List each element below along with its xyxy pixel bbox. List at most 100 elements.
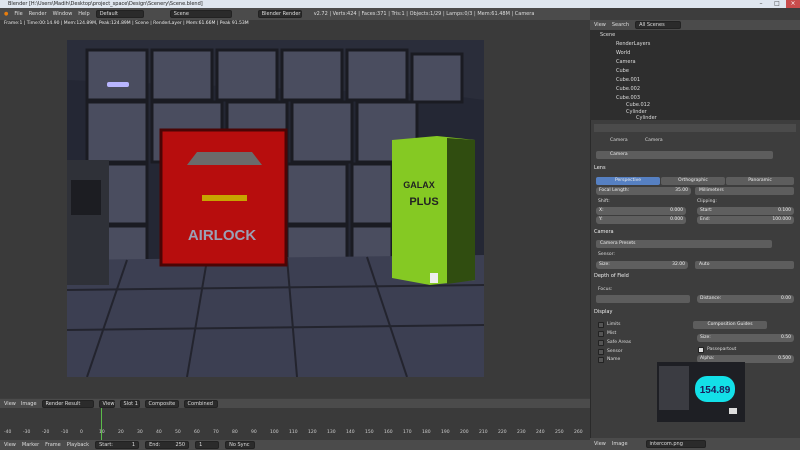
- texture-readout: 154.89: [700, 385, 731, 396]
- image-panel-header: View Image intercom.png: [590, 438, 800, 450]
- display-size-field[interactable]: Size: 0.50: [697, 334, 794, 342]
- safe-areas-checkbox[interactable]: [598, 340, 604, 346]
- menu-window[interactable]: Window: [53, 11, 73, 17]
- end-label: End:: [149, 442, 161, 448]
- outliner-row[interactable]: Cube.001: [616, 76, 640, 84]
- outliner-row[interactable]: RenderLayers: [616, 40, 650, 48]
- lens-panel-header[interactable]: Lens: [594, 164, 796, 173]
- outliner-row[interactable]: Scene: [600, 31, 615, 39]
- timeline-tick-label: -20: [42, 430, 50, 435]
- intercom-texture-image: 154.89: [657, 362, 745, 422]
- plus-label: PLUS: [409, 196, 438, 208]
- image-view-select[interactable]: View: [98, 400, 115, 408]
- layout-select[interactable]: Default: [95, 10, 144, 18]
- start-label: Start:: [99, 442, 113, 448]
- timeline-tick-label: -40: [4, 430, 12, 435]
- pass-select[interactable]: Combined: [183, 400, 218, 408]
- outliner-row[interactable]: Camera: [616, 58, 636, 66]
- sensor-size-field[interactable]: Size: 32.00: [596, 261, 688, 269]
- timeline-tick-label: 110: [289, 430, 298, 435]
- shift-x-label: X:: [599, 208, 604, 213]
- end-value: 250: [175, 442, 186, 448]
- camera-datablock-field[interactable]: Camera: [596, 151, 773, 159]
- panoramic-button[interactable]: Panoramic: [726, 177, 794, 185]
- dof-panel-header[interactable]: Depth of Field: [594, 272, 796, 281]
- image-file-select[interactable]: intercom.png: [645, 440, 706, 448]
- timeline-tick-label: 260: [574, 430, 583, 435]
- texture-preview: 154.89: [657, 362, 745, 422]
- display-size-label: Size:: [700, 335, 711, 340]
- sensor-checkbox[interactable]: [598, 349, 604, 355]
- perspective-button[interactable]: Perspective: [596, 177, 660, 185]
- alpha-value: 0.500: [778, 356, 791, 361]
- name-checkbox[interactable]: [598, 357, 604, 363]
- marker-menu[interactable]: Marker: [22, 442, 39, 448]
- clip-start-field[interactable]: Start: 0.100: [697, 207, 794, 215]
- shift-y-field[interactable]: Y: 0.000: [596, 216, 686, 224]
- timeline-tick-label: 140: [346, 430, 355, 435]
- passepartout-checkbox[interactable]: [698, 347, 704, 353]
- focal-length-field[interactable]: Focal Length: 35.00: [596, 187, 691, 195]
- sync-select[interactable]: No Sync: [225, 441, 256, 449]
- menu-render[interactable]: Render: [29, 11, 47, 17]
- limits-checkbox[interactable]: [598, 322, 604, 328]
- timeline-tick-label: 70: [213, 430, 219, 435]
- slot-select[interactable]: Slot 1: [119, 400, 140, 408]
- layer-select[interactable]: Composite: [144, 400, 179, 408]
- outliner-row[interactable]: Cube: [616, 67, 629, 75]
- focal-length-value: 35.00: [675, 188, 688, 193]
- start-value: 1: [131, 442, 136, 448]
- shift-x-field[interactable]: X: 0.000: [596, 207, 686, 215]
- current-frame-field[interactable]: 1: [195, 441, 220, 449]
- blender-logo-icon: ●: [4, 11, 9, 17]
- mist-checkbox[interactable]: [598, 331, 604, 337]
- composition-guides-select[interactable]: Composition Guides: [693, 321, 767, 329]
- focus-label: Focus:: [598, 287, 613, 292]
- render-engine-select[interactable]: Blender Render: [257, 10, 302, 18]
- image-menu[interactable]: Image: [612, 441, 628, 447]
- view-menu[interactable]: View: [4, 442, 16, 448]
- render-result-image: AIRLOCK GALAX PLUS: [67, 40, 484, 377]
- sensor-fit-select[interactable]: Auto: [695, 261, 794, 269]
- image-select[interactable]: Render Result: [41, 400, 94, 408]
- camera-panel-header[interactable]: Camera: [594, 228, 796, 237]
- clip-end-field[interactable]: End: 100.000: [697, 216, 794, 224]
- end-frame-field[interactable]: End: 250: [145, 441, 190, 449]
- current-frame-marker[interactable]: [101, 408, 102, 440]
- view-menu[interactable]: View: [4, 401, 16, 407]
- outliner-row[interactable]: Cylinder: [636, 114, 657, 122]
- lens-unit-select[interactable]: Millimeters: [695, 187, 794, 195]
- image-menu[interactable]: Image: [21, 401, 37, 407]
- timeline-tick-label: 90: [251, 430, 257, 435]
- scene-select[interactable]: Scene: [169, 10, 232, 18]
- menu-help[interactable]: Help: [78, 11, 89, 17]
- timeline-tick-label: 130: [327, 430, 336, 435]
- start-frame-field[interactable]: Start: 1: [95, 441, 140, 449]
- camera-presets-select[interactable]: Camera Presets: [596, 240, 772, 248]
- clip-end-label: End:: [700, 217, 711, 222]
- view-menu[interactable]: View: [594, 441, 606, 447]
- maximize-button[interactable]: □: [770, 0, 784, 8]
- timeline[interactable]: -40-30-20-100102030405060708090100110120…: [0, 408, 590, 440]
- display-title: Display: [594, 309, 613, 315]
- close-button[interactable]: ×: [786, 0, 800, 8]
- render-info-text: Frame:1 | Time:00:14.90 | Mem:124.89M, P…: [4, 21, 249, 26]
- passepartout-label: Passepartout: [707, 347, 737, 352]
- menu-file[interactable]: File: [14, 11, 22, 17]
- outliner-row[interactable]: World: [616, 49, 630, 57]
- timeline-tick-label: 40: [156, 430, 162, 435]
- outliner-filter-select[interactable]: All Scenes: [635, 21, 682, 29]
- dof-distance-field[interactable]: Distance: 0.00: [697, 295, 794, 303]
- playback-menu[interactable]: Playback: [67, 442, 89, 448]
- display-panel-header[interactable]: Display: [594, 308, 796, 317]
- outliner-row[interactable]: Cube.002: [616, 85, 640, 93]
- orthographic-button[interactable]: Orthographic: [661, 177, 725, 185]
- frame-menu[interactable]: Frame: [45, 442, 61, 448]
- shift-label: Shift:: [598, 199, 610, 204]
- minimize-button[interactable]: –: [754, 0, 768, 8]
- focus-object-field[interactable]: [596, 295, 690, 303]
- timeline-tick-label: 170: [403, 430, 412, 435]
- menu-bar: ● File Render Window Help Default Scene …: [0, 8, 590, 20]
- view-menu[interactable]: View: [594, 22, 606, 28]
- properties-tabs[interactable]: [594, 124, 796, 132]
